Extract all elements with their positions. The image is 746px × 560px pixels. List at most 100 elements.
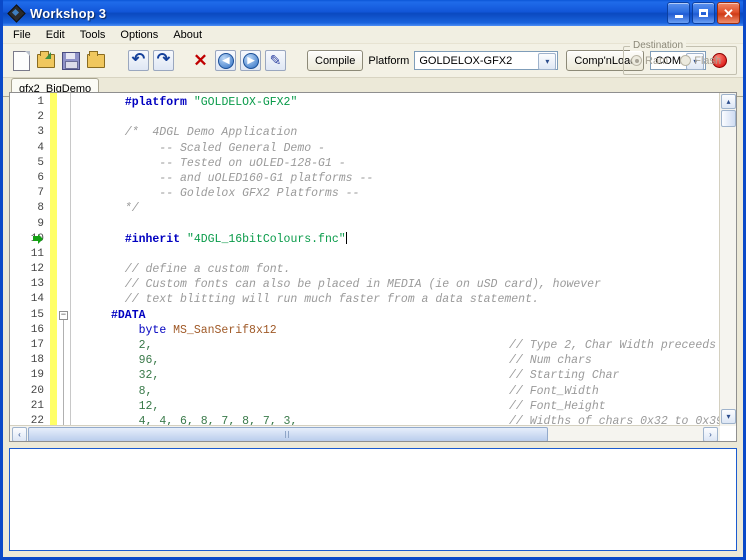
new-file-icon[interactable] (9, 49, 32, 72)
code-token: // define a custom font. (111, 263, 291, 277)
vertical-scrollbar[interactable]: ▴ ▾ (719, 93, 736, 426)
code-line[interactable]: 2, // Type 2, Char Width preceeds ch (111, 338, 736, 353)
code-token: 12, (138, 399, 160, 413)
modified-marker-bar (50, 93, 57, 441)
back-icon[interactable]: ◀ (214, 49, 237, 72)
close-button[interactable]: ✕ (717, 2, 740, 24)
output-panel[interactable] (9, 448, 737, 551)
pen-glyph: ✎ (269, 52, 282, 68)
radio-ram-dot (631, 55, 642, 66)
radio-flash[interactable]: Flash (680, 55, 721, 67)
code-line[interactable]: // define a custom font. (111, 262, 736, 277)
code-text[interactable]: #platform "GOLDELOX-GFX2" /* 4DGL Demo A… (111, 93, 736, 441)
line-number: 1 (37, 96, 44, 108)
scroll-up-button[interactable]: ▴ (721, 94, 736, 109)
inline-comment: // Num chars (509, 354, 592, 368)
app-diamond-icon (7, 3, 26, 23)
inline-comment: // Font_Height (509, 399, 606, 413)
redo-glyph: ↷ (156, 51, 171, 68)
code-token: 2, (138, 339, 153, 352)
platform-value: GOLDELOX-GFX2 (419, 54, 513, 67)
forward-icon[interactable]: ▶ (239, 49, 262, 72)
redo-icon[interactable]: ↷ (152, 49, 175, 72)
code-line[interactable]: #platform "GOLDELOX-GFX2" (111, 95, 736, 110)
compile-button[interactable]: Compile (307, 50, 364, 71)
line-number: 9 (37, 217, 44, 230)
menu-item-options[interactable]: Options (118, 28, 167, 42)
code-line[interactable]: 96, // Num chars (111, 353, 736, 368)
toolbar: ↶ ↷ ✕ ◀ ▶ ✎ Compile Platform GOLDELOX-GF… (3, 40, 743, 78)
code-line[interactable]: #DATA (111, 308, 736, 323)
code-line[interactable]: -- Scaled General Demo - (111, 141, 736, 156)
code-line[interactable]: byte MS_SanSerif8x12 (111, 323, 736, 338)
menu-item-edit[interactable]: Edit (44, 28, 74, 42)
line-number: 11 (30, 247, 44, 260)
code-line[interactable] (111, 110, 736, 125)
code-line[interactable] (111, 247, 736, 262)
code-token: */ (111, 202, 139, 216)
code-editor[interactable]: 123456789101112131415161718192021222324 … (9, 92, 737, 442)
save-file-icon[interactable] (59, 49, 82, 72)
line-number: 10 (30, 232, 44, 245)
code-line[interactable]: // text blitting will run much faster fr… (111, 292, 736, 307)
code-token: "GOLDELOX-GFX2" (193, 96, 298, 109)
code-line[interactable] (111, 217, 736, 232)
menu-item-file[interactable]: File (11, 28, 40, 42)
code-token: byte (138, 323, 167, 337)
menu-item-tools[interactable]: Tools (78, 28, 115, 42)
fold-toggle-icon[interactable]: − (59, 310, 68, 320)
undo-icon[interactable]: ↶ (127, 49, 150, 72)
bookmark-icon[interactable] (33, 233, 44, 244)
vertical-scroll-thumb[interactable] (721, 110, 736, 127)
pen-icon[interactable]: ✎ (264, 49, 287, 72)
code-line[interactable]: -- Tested on uOLED-128-G1 - (111, 156, 736, 171)
minimize-button[interactable] (667, 2, 690, 24)
radio-ram-label: Ram (645, 54, 669, 67)
code-line[interactable]: 32, // Starting Char (111, 368, 736, 383)
code-line[interactable]: #inherit "4DGL_16bitColours.fnc" (111, 231, 736, 247)
text-caret (345, 231, 347, 244)
radio-flash-dot (680, 55, 692, 66)
maximize-button[interactable] (692, 2, 715, 24)
code-line[interactable]: // Custom fonts can also be placed in ME… (111, 277, 736, 292)
stop-glyph: ✕ (193, 51, 208, 70)
undo-glyph: ↶ (131, 51, 146, 68)
code-token: "4DGL_16bitColours.fnc" (186, 232, 346, 246)
radio-flash-label: Flash (694, 54, 722, 67)
line-number: 4 (37, 141, 44, 154)
horizontal-scroll-thumb[interactable] (28, 427, 548, 441)
open-file-icon[interactable] (34, 49, 57, 72)
scroll-right-button[interactable]: › (703, 427, 718, 441)
code-token: -- Goldelox GFX2 Platforms -- (111, 187, 360, 201)
horizontal-scrollbar[interactable]: ‹ › (10, 425, 720, 441)
chevron-down-icon[interactable]: ▾ (538, 53, 557, 70)
scroll-left-button[interactable]: ‹ (12, 427, 27, 441)
line-number: 17 (30, 339, 44, 351)
forward-glyph: ▶ (243, 53, 259, 69)
stop-icon[interactable]: ✕ (189, 49, 212, 72)
code-line[interactable]: */ (111, 201, 736, 216)
fold-column[interactable]: − (33, 93, 71, 441)
radio-ram[interactable]: Ram (631, 55, 668, 67)
inline-comment: // Type 2, Char Width preceeds ch (509, 339, 736, 352)
scroll-down-button[interactable]: ▾ (721, 409, 736, 424)
code-line[interactable]: -- Goldelox GFX2 Platforms -- (111, 186, 736, 201)
platform-dropdown[interactable]: GOLDELOX-GFX2 ▾ (414, 51, 559, 70)
code-line[interactable]: -- and uOLED160-G1 platforms -- (111, 171, 736, 186)
line-number: 8 (37, 202, 44, 215)
folder-icon[interactable] (84, 49, 107, 72)
line-number: 2 (37, 111, 44, 124)
code-line[interactable]: 8, // Font_Width (111, 384, 736, 399)
code-line[interactable]: /* 4DGL Demo Application (111, 125, 736, 140)
menu-item-about[interactable]: About (171, 28, 211, 42)
application-window: Workshop 3 ✕ File Edit Tools Options Abo… (0, 0, 746, 560)
code-line[interactable]: 12, // Font_Height (111, 399, 736, 414)
code-token: #inherit (124, 232, 181, 246)
